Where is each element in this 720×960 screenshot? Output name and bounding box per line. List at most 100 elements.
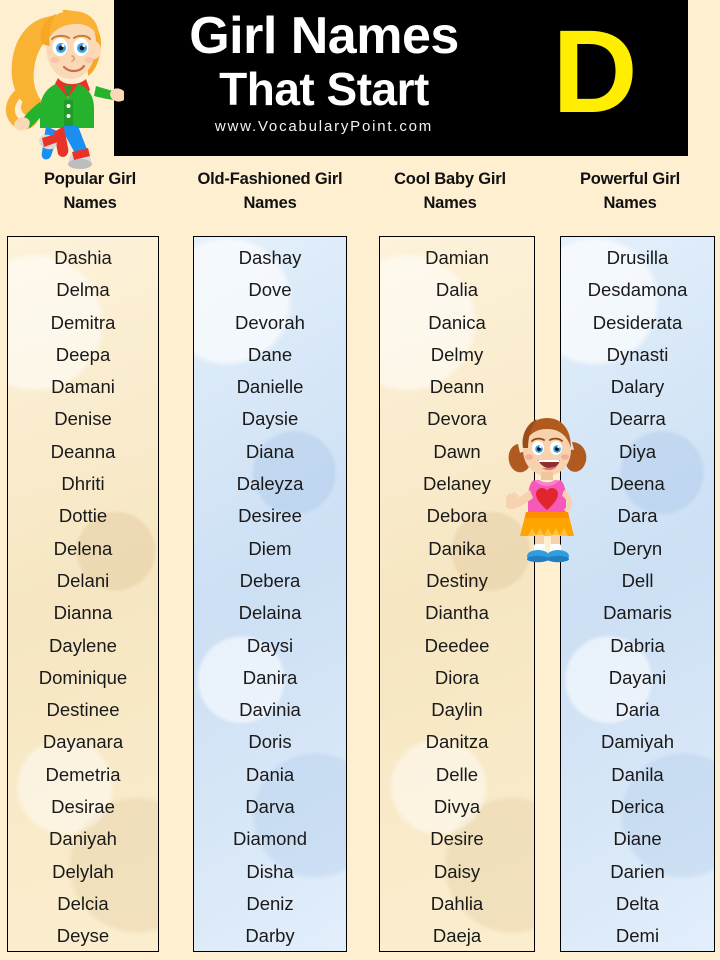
name-list-item: Divya	[433, 796, 481, 818]
name-list-item: Davinia	[239, 699, 301, 721]
name-list-item: Delmy	[430, 343, 484, 365]
blonde-girl-icon	[5, 10, 124, 169]
name-list-item: Devorah	[235, 311, 305, 333]
header-banner: Girl Names That Start www.VocabularyPoin…	[114, 0, 688, 156]
name-list-item: Diana	[245, 440, 295, 462]
column-heading-powerful-line2: Names	[603, 193, 657, 212]
name-list-item: Dane	[247, 343, 293, 365]
column-heading-cool-baby-line1: Cool Baby Girl	[394, 170, 506, 188]
name-list-item: Damiyah	[601, 731, 674, 753]
name-list-item: Dell	[621, 569, 654, 591]
name-list-cool-baby: Damian Dalia Danica Delmy Deann Devora Dawn Del…	[379, 236, 535, 952]
name-list-item: Daleyza	[236, 473, 304, 495]
name-list-item: Dove	[248, 279, 292, 301]
name-list-item: Daysi	[246, 634, 294, 656]
name-list-item: Danila	[611, 763, 664, 785]
name-list-item: Debera	[239, 569, 301, 591]
column-heading-popular: Popular Girl Names	[0, 160, 180, 234]
name-list-item: Danica	[428, 311, 486, 333]
name-list-item: Dahlia	[430, 892, 484, 914]
name-list-item: Drusilla	[606, 247, 669, 268]
name-list-item: Damaris	[603, 602, 672, 624]
name-list-item: Danielle	[236, 376, 304, 398]
name-list-item: Demetria	[45, 763, 121, 785]
name-list-item: Deanna	[50, 440, 116, 462]
name-list-item: Dashay	[238, 247, 302, 268]
name-list-item: Desirae	[51, 796, 115, 818]
name-list-item: Diem	[248, 537, 292, 559]
name-list-item: Dayanara	[42, 731, 124, 753]
name-list-item: Diamond	[232, 828, 308, 850]
name-list-item: Delma	[56, 279, 110, 301]
name-list-item: Deedee	[424, 634, 490, 656]
name-list-item: Danira	[242, 666, 298, 688]
name-list-item: Daria	[615, 699, 660, 721]
name-list-item: Disha	[246, 860, 294, 882]
name-list-item: Dominique	[38, 666, 128, 688]
name-list-item: Delle	[435, 763, 479, 785]
name-list-item: Demitra	[50, 311, 116, 333]
name-list-item: Diantha	[425, 602, 489, 624]
name-list-item: Deyse	[56, 925, 110, 947]
name-list-item: Dania	[245, 763, 295, 785]
name-list-item: Delaina	[238, 602, 302, 624]
name-list-item: Derica	[610, 796, 665, 818]
header-title-group: Girl Names That Start	[114, 4, 534, 112]
name-list-item: Dynasti	[606, 343, 669, 365]
name-list-powerful: Drusilla Desdamona Desiderata Dynasti Dalary…	[560, 236, 715, 952]
column-headings-row: Popular Girl Names Old-Fashioned Girl Na…	[0, 160, 720, 234]
column-heading-powerful-line1: Powerful Girl	[579, 170, 681, 188]
name-list-item: Daniyah	[49, 828, 117, 850]
name-list-item: Dalia	[435, 279, 479, 301]
name-list-item: Demi	[615, 925, 660, 947]
name-list-item: Desiree	[238, 505, 302, 527]
name-list-item: Diane	[613, 828, 662, 850]
name-columns-container: Dashia Delma Demitra Deepa Damani Denise Deann…	[0, 236, 720, 952]
name-list-item: Delylah	[52, 860, 114, 882]
name-list-item: Destinee	[46, 699, 120, 721]
name-list-item: Damian	[425, 247, 489, 268]
name-list-old-fashioned: Dashay Dove Devorah Dane Danielle Daysie Diana…	[193, 236, 347, 952]
column-heading-cool-baby-line2: Names	[423, 193, 477, 212]
pigtail-girl-icon	[506, 418, 587, 563]
page-title-line-1: Girl Names	[189, 7, 459, 65]
column-heading-popular-line2: Names	[63, 193, 117, 212]
page-title-line-2: That Start	[219, 63, 429, 115]
letter-badge-d: D	[552, 6, 638, 138]
name-list-item: Dottie	[58, 505, 108, 527]
name-list-item: Daylene	[49, 634, 117, 656]
name-list-item: Daylin	[431, 699, 483, 721]
name-list-item: Dabria	[610, 634, 665, 656]
column-heading-old-fashioned-line1: Old-Fashioned Girl	[197, 170, 343, 188]
name-list-item: Damani	[51, 376, 115, 398]
name-list-item: Deepa	[55, 343, 111, 365]
name-list-item: Delta	[615, 892, 660, 914]
name-list-item: Darby	[245, 925, 295, 947]
name-list-item: Daeja	[432, 925, 482, 947]
name-list-item: Diora	[434, 666, 480, 688]
column-heading-old-fashioned-line2: Names	[243, 193, 297, 212]
name-list-popular: Dashia Delma Demitra Deepa Damani Denise Deann…	[7, 236, 159, 952]
name-list-item: Daysie	[241, 408, 299, 430]
name-list-item: Darva	[245, 796, 295, 818]
name-list-item: Doris	[248, 731, 292, 753]
name-list-item: Daisy	[433, 860, 481, 882]
name-list-item: Deniz	[246, 892, 294, 914]
name-list-item: Desdamona	[587, 279, 688, 301]
name-list-item: Dayani	[608, 666, 667, 688]
name-list-item: Delcia	[57, 892, 109, 914]
column-heading-old-fashioned: Old-Fashioned Girl Names	[180, 160, 360, 234]
column-heading-powerful: Powerful Girl Names	[540, 160, 720, 234]
name-list-item: Darien	[610, 860, 665, 882]
column-heading-popular-line1: Popular Girl	[43, 170, 137, 188]
name-list-item: Delena	[53, 537, 113, 559]
column-heading-cool-baby: Cool Baby Girl Names	[360, 160, 540, 234]
name-list-item: Danitza	[425, 731, 489, 753]
name-list-item: Delani	[56, 569, 110, 591]
website-url: www.VocabularyPoint.com	[214, 118, 434, 135]
name-list-item: Desire	[430, 828, 484, 850]
name-list-item: Dhriti	[61, 473, 105, 495]
name-list-item: Desiderata	[592, 311, 683, 333]
name-list-item: Denise	[54, 408, 112, 430]
infographic-page: Girl Names That Start www.VocabularyPoin…	[0, 0, 720, 960]
